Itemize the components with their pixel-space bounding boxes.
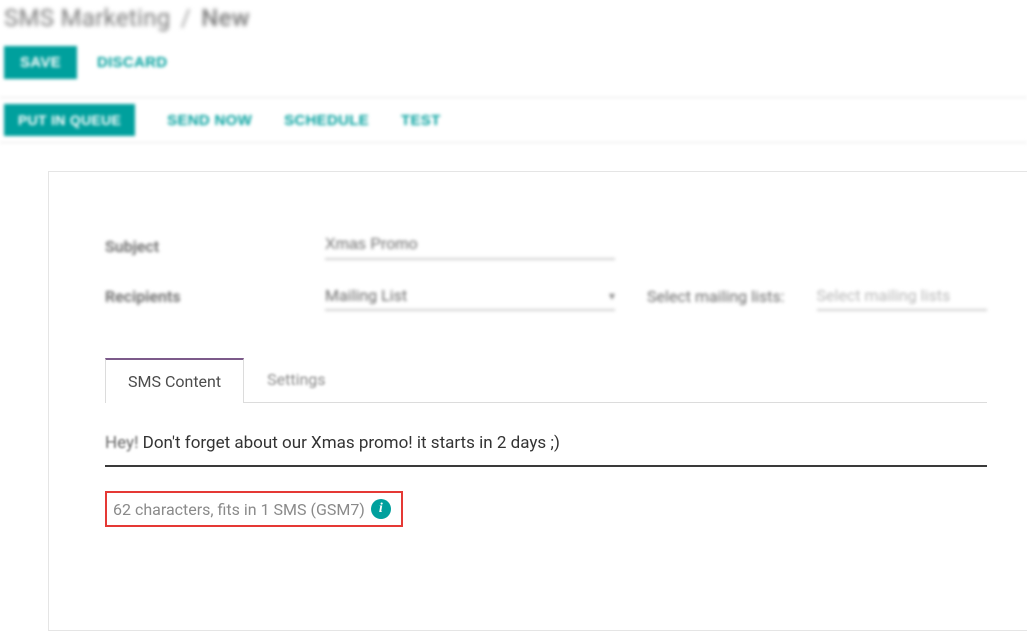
- status-action-bar: PUT IN QUEUE SEND NOW SCHEDULE TEST: [0, 97, 1027, 143]
- recipients-select[interactable]: Mailing List ▾: [325, 282, 615, 311]
- tab-settings[interactable]: Settings: [244, 357, 348, 402]
- mailing-lists-label: Select mailing lists:: [647, 287, 785, 306]
- sms-counter-text: 62 characters, fits in 1 SMS (GSM7): [113, 500, 365, 519]
- test-button[interactable]: TEST: [401, 112, 441, 129]
- send-now-button[interactable]: SEND NOW: [167, 112, 252, 129]
- subject-row: Subject: [105, 232, 987, 260]
- discard-button[interactable]: DISCARD: [97, 54, 167, 71]
- put-in-queue-button[interactable]: PUT IN QUEUE: [4, 104, 135, 136]
- top-action-bar: SAVE DISCARD: [0, 42, 1027, 97]
- sms-text: Don't forget about our Xmas promo! it st…: [138, 433, 559, 453]
- mailing-lists-select[interactable]: Select mailing lists: [817, 282, 987, 311]
- sms-prefix: Hey!: [105, 433, 138, 453]
- sms-counter-highlight: 62 characters, fits in 1 SMS (GSM7) i: [105, 491, 403, 527]
- breadcrumb-module[interactable]: SMS Marketing: [4, 4, 171, 32]
- tab-sms-content[interactable]: SMS Content: [105, 358, 244, 403]
- sms-content-input[interactable]: Hey! Don't forget about our Xmas promo! …: [105, 403, 987, 467]
- schedule-button[interactable]: SCHEDULE: [284, 112, 369, 129]
- breadcrumb-separator: /: [177, 4, 195, 32]
- info-icon[interactable]: i: [371, 499, 391, 519]
- recipients-select-value: Mailing List: [325, 286, 407, 305]
- breadcrumb-current: New: [201, 4, 250, 32]
- form-card: Subject Recipients Mailing List ▾ Select…: [48, 171, 1027, 631]
- tabs: SMS Content Settings: [105, 357, 987, 403]
- chevron-down-icon: ▾: [609, 289, 615, 303]
- subject-label: Subject: [105, 237, 325, 256]
- subject-input[interactable]: [325, 232, 615, 260]
- recipients-row: Recipients Mailing List ▾ Select mailing…: [105, 282, 987, 311]
- save-button[interactable]: SAVE: [4, 46, 77, 79]
- breadcrumb: SMS Marketing / New: [0, 0, 1027, 42]
- recipients-label: Recipients: [105, 287, 325, 306]
